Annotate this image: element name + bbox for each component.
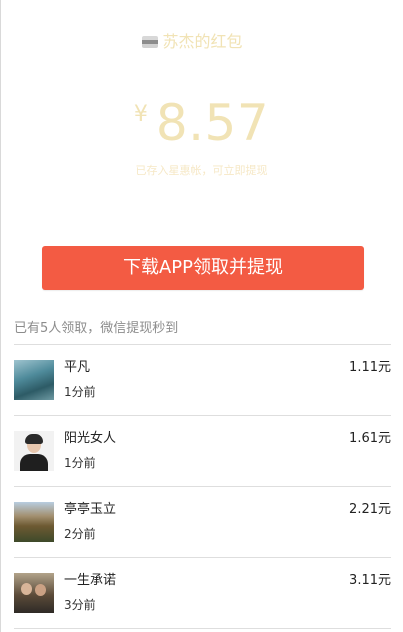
avatar bbox=[14, 431, 54, 471]
claimer-name: 一生承诺 bbox=[64, 573, 117, 588]
sender-name: 苏杰的红包 bbox=[162, 32, 243, 51]
claims-summary: 已有5人领取，微信提现秒到 bbox=[14, 321, 179, 336]
amount-note: 已存入星惠帐，可立即提现 bbox=[135, 164, 268, 177]
amount-display: ¥8.57 bbox=[0, 90, 403, 160]
claim-time: 1分前 bbox=[64, 385, 96, 399]
claim-time: 2分前 bbox=[64, 527, 96, 541]
list-item: 平凡 1分前 1.11元 bbox=[14, 345, 391, 416]
claim-amount: 2.21元 bbox=[349, 502, 391, 517]
sender: 苏杰的红包 bbox=[142, 29, 243, 55]
currency-symbol: ¥ bbox=[133, 102, 148, 127]
claimer-name: 平凡 bbox=[64, 360, 91, 375]
list-item: 阳光女人 1分前 1.61元 bbox=[14, 416, 391, 487]
claim-amount: 1.11元 bbox=[349, 360, 391, 375]
claim-time: 1分前 bbox=[64, 456, 96, 470]
claimer-name: 亭亭玉立 bbox=[64, 502, 117, 517]
claim-amount: 1.61元 bbox=[349, 431, 391, 446]
sender-avatar bbox=[142, 36, 159, 48]
claimer-name: 阳光女人 bbox=[64, 431, 117, 446]
envelope-header: 苏杰的红包 bbox=[0, 29, 403, 55]
download-app-button[interactable]: 下载APP领取并提现 bbox=[42, 246, 364, 290]
amount-value: 8.57 bbox=[155, 94, 270, 152]
avatar bbox=[14, 360, 54, 400]
avatar bbox=[14, 502, 54, 542]
claim-amount: 3.11元 bbox=[349, 573, 391, 588]
list-item: 亭亭玉立 2分前 2.21元 bbox=[14, 487, 391, 558]
claim-time: 3分前 bbox=[64, 598, 96, 612]
avatar bbox=[14, 573, 54, 613]
claims-list: 平凡 1分前 1.11元 阳光女人 1分前 1.61元 亭亭玉立 2分前 2.2… bbox=[14, 345, 391, 629]
list-item: 一生承诺 3分前 3.11元 bbox=[14, 558, 391, 629]
